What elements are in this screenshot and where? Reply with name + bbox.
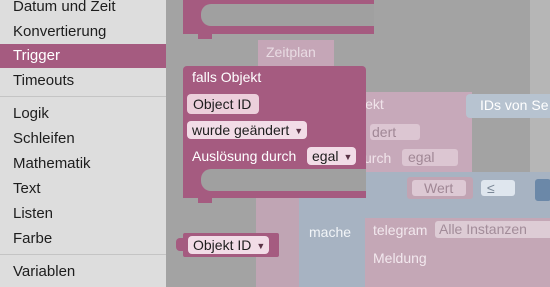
chevron-down-icon: ▼ <box>256 241 266 251</box>
instance-dropdown[interactable]: Alle Instanzen <box>435 221 550 238</box>
object-id-text: Objekt ID <box>193 237 252 253</box>
changed-dropdown[interactable]: dert <box>370 124 420 140</box>
category-mathematik[interactable]: Mathematik <box>0 152 166 176</box>
trigger-by-text: egal <box>312 148 339 164</box>
block-notch <box>198 34 212 39</box>
ids-von-block[interactable]: IDs von Se <box>466 94 550 118</box>
statement-slot <box>201 4 374 26</box>
trigger-by-dropdown[interactable]: egal ▼ <box>307 147 357 165</box>
chevron-down-icon: ▼ <box>294 126 304 136</box>
egal-dropdown[interactable]: egal <box>402 149 458 166</box>
block-notch <box>198 198 212 203</box>
trigger-by-label: Auslösung durch <box>192 148 297 164</box>
category-logik[interactable]: Logik <box>0 102 166 126</box>
mache-label: mache <box>309 224 352 240</box>
object-id-dropdown[interactable]: Objekt ID ▼ <box>188 236 270 254</box>
category-variablen[interactable]: Variablen <box>0 260 166 284</box>
object-id-input[interactable]: Object ID <box>187 94 259 114</box>
category-konvertierung[interactable]: Konvertierung <box>0 20 166 44</box>
change-type-text: wurde geändert <box>192 122 290 138</box>
category-datum-und-zeit[interactable]: Datum und Zeit <box>0 0 166 19</box>
telegram-label: telegram <box>373 222 428 238</box>
zeitplan-block[interactable]: Zeitplan <box>258 40 334 66</box>
trigger-block[interactable]: falls Objekt Object ID wurde geändert ▼ A… <box>183 66 366 198</box>
operator-dropdown[interactable]: ≤ <box>481 180 515 196</box>
trigger-header-label: falls Objekt <box>192 69 262 85</box>
operator-text: ≤ <box>487 180 495 196</box>
toolbox-separator <box>0 96 166 97</box>
changed-dropdown-text: dert <box>372 124 397 140</box>
category-schleifen[interactable]: Schleifen <box>0 127 166 151</box>
object-id-value-block[interactable]: Objekt ID ▼ <box>183 233 279 257</box>
durch-label: urch <box>364 150 392 166</box>
change-type-dropdown[interactable]: wurde geändert ▼ <box>187 121 308 139</box>
telegram-block[interactable]: telegram Alle Instanzen Meldung <box>365 218 550 287</box>
category-timeouts[interactable]: Timeouts <box>0 69 166 93</box>
zeitplan-label: Zeitplan <box>266 44 316 60</box>
instance-text: Alle Instanzen <box>439 221 527 237</box>
number-block[interactable] <box>535 179 550 201</box>
do-statement-slot <box>201 169 366 191</box>
wert-dropdown[interactable]: Wert <box>412 180 466 196</box>
meldung-label: Meldung <box>373 250 427 266</box>
category-farbe[interactable]: Farbe <box>0 227 166 251</box>
category-trigger[interactable]: Trigger <box>0 44 166 68</box>
toolbox-separator <box>0 254 166 255</box>
ids-von-label: IDs von Se <box>480 97 549 113</box>
category-toolbox: Datum und Zeit Konvertierung Trigger Tim… <box>0 0 166 287</box>
egal-dropdown-text: egal <box>408 149 435 165</box>
category-text[interactable]: Text <box>0 177 166 201</box>
chevron-down-icon: ▼ <box>343 152 353 162</box>
compare-value-block[interactable]: Wert <box>407 177 473 199</box>
category-listen[interactable]: Listen <box>0 202 166 226</box>
partial-block-top[interactable] <box>183 0 374 34</box>
wert-text: Wert <box>424 180 454 196</box>
